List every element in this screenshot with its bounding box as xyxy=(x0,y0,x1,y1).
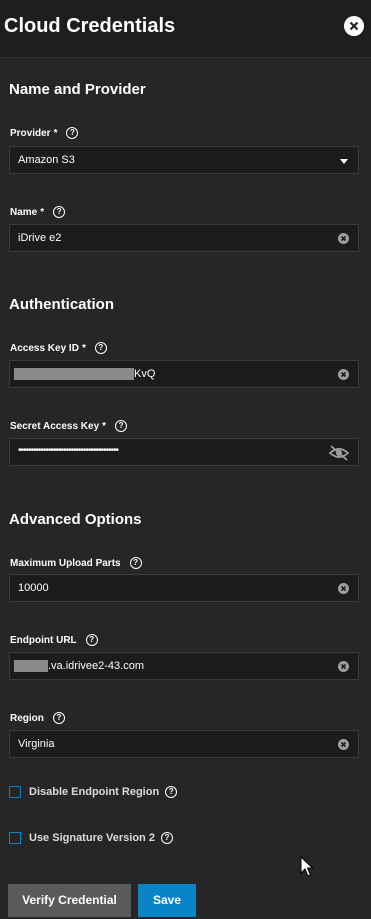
required-marker: * xyxy=(102,420,107,432)
max-upload-parts-label: Maximum Upload Parts ? xyxy=(10,557,142,569)
provider-label-text: Provider xyxy=(10,127,51,139)
access-key-label: Access Key ID * ? xyxy=(10,342,107,354)
help-icon[interactable]: ? xyxy=(52,712,65,724)
disable-endpoint-region-row: Disable Endpoint Region ? xyxy=(9,786,178,798)
dialog-header: Cloud Credentials xyxy=(0,0,371,58)
provider-label: Provider * ? xyxy=(10,127,79,139)
clear-icon[interactable] xyxy=(338,369,349,380)
required-marker: * xyxy=(81,342,86,354)
signature-v2-label[interactable]: Use Signature Version 2 xyxy=(29,832,155,844)
section-title-authentication: Authentication xyxy=(9,296,114,313)
max-upload-parts-label-text: Maximum Upload Parts xyxy=(10,557,121,569)
signature-v2-checkbox[interactable] xyxy=(9,832,21,844)
secret-key-input[interactable]: •••••••••••••••••••••••••••••••••••••••• xyxy=(9,438,359,466)
signature-v2-row: Use Signature Version 2 ? xyxy=(9,832,173,844)
clear-icon[interactable] xyxy=(338,661,349,672)
required-marker: * xyxy=(53,127,58,139)
max-upload-parts-value: 10000 xyxy=(18,582,49,594)
access-key-label-text: Access Key ID xyxy=(10,342,79,354)
help-icon[interactable]: ? xyxy=(85,634,98,646)
max-upload-parts-input[interactable]: 10000 xyxy=(9,574,359,602)
provider-value: Amazon S3 xyxy=(18,154,75,166)
name-label: Name * ? xyxy=(10,206,66,218)
secret-key-label: Secret Access Key * ? xyxy=(10,420,128,432)
region-value: Virginia xyxy=(18,738,55,750)
required-marker: * xyxy=(40,206,45,218)
help-icon[interactable]: ? xyxy=(165,786,178,798)
help-icon[interactable]: ? xyxy=(94,342,107,354)
clear-icon[interactable] xyxy=(338,739,349,750)
endpoint-url-value: .va.idrivee2-43.com xyxy=(14,660,144,673)
endpoint-url-suffix: .va.idrivee2-43.com xyxy=(48,660,144,672)
save-button[interactable]: Save xyxy=(138,884,196,917)
disable-endpoint-region-label[interactable]: Disable Endpoint Region xyxy=(29,786,159,798)
redacted-block xyxy=(14,368,134,381)
clear-icon[interactable] xyxy=(338,583,349,594)
help-icon[interactable]: ? xyxy=(129,557,142,569)
close-icon xyxy=(349,21,359,31)
section-title-name-provider: Name and Provider xyxy=(9,81,146,98)
name-value: iDrive e2 xyxy=(18,232,62,244)
name-input[interactable]: iDrive e2 xyxy=(9,224,359,252)
section-title-advanced: Advanced Options xyxy=(9,511,142,528)
endpoint-url-label-text: Endpoint URL xyxy=(10,634,77,646)
endpoint-url-label: Endpoint URL ? xyxy=(10,634,98,646)
close-button[interactable] xyxy=(344,16,364,36)
access-key-value: KvQ xyxy=(14,368,156,381)
secret-key-value: •••••••••••••••••••••••••••••••••••••••• xyxy=(18,445,119,456)
secret-key-label-text: Secret Access Key xyxy=(10,420,100,432)
verify-credential-button[interactable]: Verify Credential xyxy=(8,884,131,917)
clear-icon[interactable] xyxy=(338,233,349,244)
region-label-text: Region xyxy=(10,712,44,724)
name-label-text: Name xyxy=(10,206,38,218)
region-input[interactable]: Virginia xyxy=(9,730,359,758)
help-icon[interactable]: ? xyxy=(160,832,173,844)
help-icon[interactable]: ? xyxy=(115,420,128,432)
region-label: Region ? xyxy=(10,712,65,724)
dialog-title: Cloud Credentials xyxy=(4,15,176,37)
access-key-input[interactable]: KvQ xyxy=(9,360,359,388)
disable-endpoint-region-checkbox[interactable] xyxy=(9,786,21,798)
access-key-suffix: KvQ xyxy=(134,368,156,380)
provider-select[interactable]: Amazon S3 xyxy=(9,146,359,174)
help-icon[interactable]: ? xyxy=(66,127,79,139)
chevron-down-icon xyxy=(340,159,348,164)
visibility-off-icon[interactable] xyxy=(328,445,350,461)
redacted-block xyxy=(14,660,48,673)
mouse-cursor-icon xyxy=(300,856,314,877)
help-icon[interactable]: ? xyxy=(53,206,66,218)
endpoint-url-input[interactable]: .va.idrivee2-43.com xyxy=(9,652,359,680)
